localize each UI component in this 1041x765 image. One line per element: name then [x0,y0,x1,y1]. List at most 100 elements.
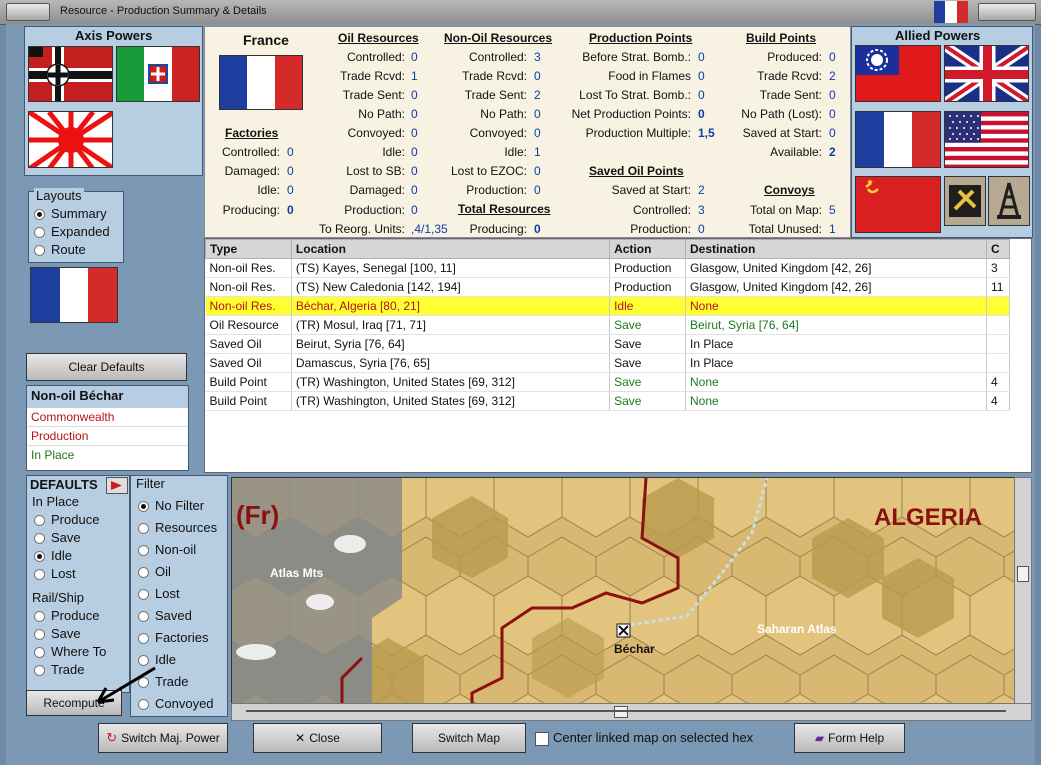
radio-icon [34,665,45,677]
cell-action: Production [609,258,686,278]
radio-icon [34,569,45,581]
col-destination[interactable]: Destination [685,239,987,259]
oil-value: 0 [411,145,418,159]
inplace-lost-radio[interactable]: Lost [34,566,76,581]
nonoil-value: 0 [534,69,541,83]
vscroll-thumb[interactable] [1017,566,1029,582]
railship-whereto-radio[interactable]: Where To [34,644,106,659]
layout-summary-radio[interactable]: Summary [34,206,107,221]
oil-derrick-icon[interactable] [988,176,1030,226]
layout-expanded-radio[interactable]: Expanded [34,224,110,239]
oil-value: 1 [411,69,418,83]
axis-title: Axis Powers [75,28,153,43]
form-help-button[interactable]: ▰ Form Help [794,723,905,753]
refresh-icon: ↻ [106,730,118,745]
savedoil-value: 2 [698,183,705,197]
convoys-header: Convoys [764,183,815,197]
nonoil-label: Trade Sent: [464,88,527,102]
cell-type: Build Point [205,391,292,411]
map-saharan-label: Saharan Atlas [757,622,837,636]
nonoil-value: 0 [534,126,541,140]
col-c[interactable]: C [985,239,1011,259]
table-row[interactable]: Oil Resource (TR) Mosul, Iraq [71, 71] S… [205,315,1011,335]
minimize-button[interactable] [978,3,1036,21]
uk-flag-icon[interactable] [944,45,1029,102]
switch-map-button[interactable]: Switch Map [412,723,526,753]
form-help-label: Form Help [828,731,885,745]
italy-flag-icon[interactable] [116,46,200,102]
inplace-save-radio[interactable]: Save [34,530,81,545]
nonoil-value: 3 [534,50,541,64]
usa-flag-icon[interactable] [944,111,1029,168]
table-row-selected[interactable]: Non-oil Res. Béchar, Algeria [80, 21] Id… [205,296,1011,316]
close-icon: ✕ [295,731,306,745]
radio-icon [138,589,149,601]
germany-flag-icon[interactable] [28,46,113,102]
france-allied-flag-icon[interactable] [855,111,941,168]
system-menu-button[interactable] [6,3,50,21]
layout-route-radio[interactable]: Route [34,242,86,257]
cell-c [986,315,1011,335]
ussr-flag-icon[interactable] [855,176,941,233]
filter-resources-radio[interactable]: Resources [138,520,217,535]
table-row[interactable]: Saved Oil Damascus, Syria [76, 65] Save … [205,353,1011,373]
layouts-title: Layouts [34,188,84,203]
table-row[interactable]: Saved Oil Beirut, Syria [76, 64] Save In… [205,334,1011,354]
oil-value: 0 [411,126,418,140]
pp-value: 0 [698,69,705,83]
inplace-idle-radio[interactable]: Idle [34,548,72,563]
col-action[interactable]: Action [609,239,686,259]
filter-nofilter-radio[interactable]: No Filter [138,498,204,513]
defaults-arrow-button[interactable] [106,477,128,494]
radio-icon [34,245,45,257]
nonoil-label: Production: [466,183,527,197]
table-row[interactable]: Non-oil Res. (TS) New Caledonia [142, 19… [205,277,1011,297]
china-flag-icon[interactable] [855,45,941,102]
railship-produce-radio[interactable]: Produce [34,608,99,623]
map-vertical-scrollbar[interactable] [1014,477,1032,705]
center-map-checkbox[interactable] [535,732,549,746]
japan-flag-icon[interactable] [28,111,113,168]
resource-mine-icon[interactable] [944,176,986,226]
oil-value: 0 [411,107,418,121]
cell-location: (TS) Kayes, Senegal [100, 11] [291,258,611,278]
inplace-produce-radio[interactable]: Produce [34,512,99,527]
cell-type: Non-oil Res. [205,296,292,316]
table-row[interactable]: Build Point (TR) Washington, United Stat… [205,391,1011,411]
filter-factories-radio[interactable]: Factories [138,630,208,645]
oil-label: Idle: [382,145,405,159]
map-view[interactable]: (Fr) ALGERIA Atlas Mts Saharan Atlas Béc… [231,477,1016,705]
railship-save-radio[interactable]: Save [34,626,81,641]
close-button[interactable]: ✕ Close [253,723,382,753]
total-header: Total Resources [458,202,551,216]
radio-icon [138,633,149,645]
oil-value: 0 [411,203,418,217]
oil-label: Convoyed: [347,126,405,140]
cell-c [986,353,1011,373]
map-horizontal-scrollbar[interactable] [231,703,1032,721]
filter-oil-radio[interactable]: Oil [138,564,171,579]
filter-nonoil-radio[interactable]: Non-oil [138,542,196,557]
col-type[interactable]: Type [205,239,292,259]
cell-type: Saved Oil [205,334,292,354]
clear-defaults-button[interactable]: Clear Defaults [26,353,187,381]
arrow-right-icon [111,481,122,490]
allied-title: Allied Powers [895,28,981,43]
factories-controlled-label: Controlled: [221,145,280,159]
table-row[interactable]: Non-oil Res. (TS) Kayes, Senegal [100, 1… [205,258,1011,278]
table-row[interactable]: Build Point (TR) Washington, United Stat… [205,372,1011,392]
filter-lost-radio[interactable]: Lost [138,586,180,601]
radio-selected-icon [138,501,149,513]
oil-label: Lost to SB: [346,164,405,178]
cell-action: Save [609,315,686,335]
cell-destination: None [685,296,987,316]
switch-power-button[interactable]: ↻ Switch Maj. Power [98,723,228,753]
radio-icon [138,611,149,623]
bp-label: Trade Sent: [759,88,822,102]
filter-saved-radio[interactable]: Saved [138,608,192,623]
hscroll-thumb[interactable] [614,706,628,718]
radio-icon [138,545,149,557]
col-location[interactable]: Location [290,239,611,259]
convoys-value: 1 [829,222,836,236]
resources-table: Type Location Action Destination C Non-o… [205,239,1011,411]
